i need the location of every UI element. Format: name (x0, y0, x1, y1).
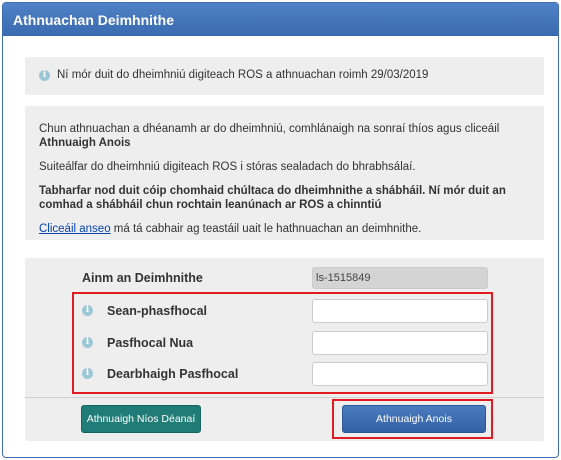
help-line: Cliceáil anseo má tá cabhair ag teastáil… (39, 222, 530, 236)
renewal-form: Ainm an Deimhnithe ls-1515849 i Sean-pha… (25, 258, 544, 441)
old-password-input[interactable] (312, 299, 488, 323)
old-password-label: Sean-phasfhocal (107, 304, 208, 318)
confirm-password-label: Dearbhaigh Pasfhocal (107, 367, 239, 381)
renewal-panel: Athnuachan Deimhnithe i Ní mór duit do d… (2, 2, 559, 458)
instruction-line-1: Chun athnuachan a dhéanamh ar do dheimhn… (39, 122, 530, 150)
info-icon[interactable]: i (82, 305, 93, 316)
help-text: má tá cabhair ag teastáil uait le hathnu… (110, 223, 422, 235)
confirm-password-input[interactable] (312, 362, 488, 386)
panel-title: Athnuachan Deimhnithe (3, 3, 558, 36)
new-password-input[interactable] (312, 331, 488, 355)
instructions-box: Chun athnuachan a dhéanamh ar do dheimhn… (25, 106, 544, 240)
expiry-notice: i Ní mór duit do dheimhniú digiteach ROS… (25, 57, 544, 95)
help-link[interactable]: Cliceáil anseo (39, 223, 111, 235)
instruction-bold: Athnuaigh Anois (39, 137, 131, 149)
certificate-name-label: Ainm an Deimhnithe (82, 271, 203, 285)
info-icon: i (39, 70, 50, 81)
info-icon[interactable]: i (82, 337, 93, 348)
instruction-line-2: Suiteálfar do dheimhniú digiteach ROS i … (39, 161, 416, 173)
renew-later-button[interactable]: Athnuaigh Níos Déanaí (81, 405, 201, 433)
instruction-line-3: Tabharfar nod duit cóip chomhaid chúltac… (39, 185, 506, 211)
info-icon[interactable]: i (82, 368, 93, 379)
expiry-notice-text: Ní mór duit do dheimhniú digiteach ROS a… (57, 69, 429, 81)
instruction-text: Chun athnuachan a dhéanamh ar do dheimhn… (39, 123, 500, 135)
new-password-label: Pasfhocal Nua (107, 336, 194, 350)
renew-now-button[interactable]: Athnuaigh Anois (342, 405, 486, 433)
form-divider (25, 397, 544, 398)
certificate-name-field: ls-1515849 (312, 267, 488, 289)
